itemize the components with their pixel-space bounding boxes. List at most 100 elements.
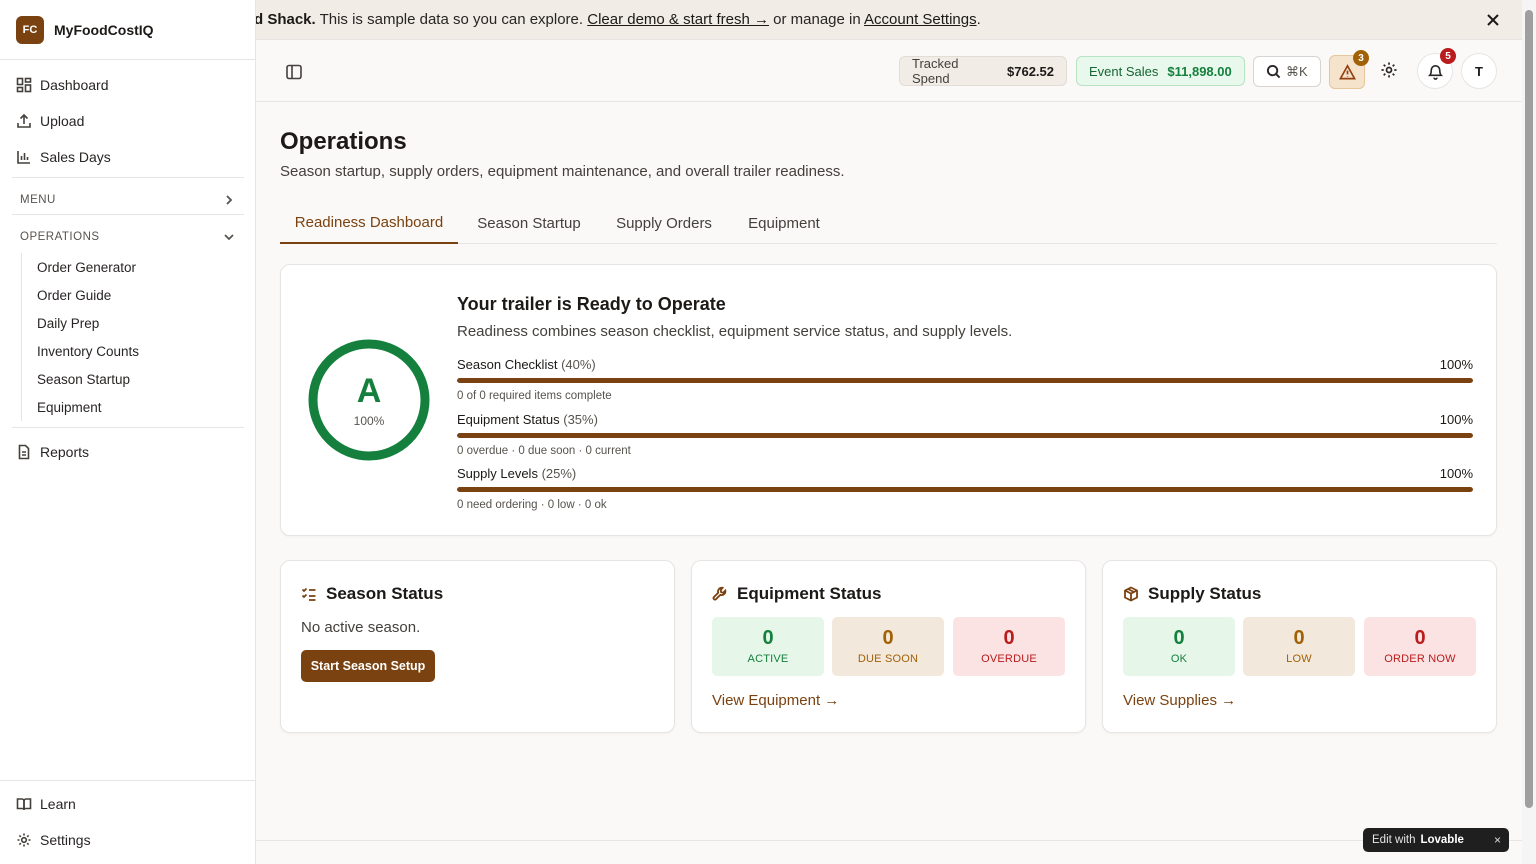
metric-label: Season Checklist: [457, 357, 558, 372]
sidebar-item-label: Sales Days: [40, 149, 111, 165]
top-header: Tracked Spend $762.52 Event Sales $11,89…: [256, 40, 1522, 102]
tab-season-startup[interactable]: Season Startup: [458, 202, 600, 244]
readiness-gauge: A 100%: [307, 338, 431, 462]
section-label: OPERATIONS: [20, 231, 100, 243]
readiness-grade: A: [356, 372, 382, 410]
tracked-spend-pill[interactable]: Tracked Spend $762.52: [899, 56, 1067, 86]
metric-label: Equipment Status: [457, 412, 560, 427]
sidebar-section-operations[interactable]: OPERATIONS: [12, 223, 244, 251]
readiness-title: Your trailer is Ready to Operate: [457, 294, 726, 314]
view-equipment-link[interactable]: View Equipment →: [712, 692, 839, 709]
sidebar-item-label: Upload: [40, 113, 85, 129]
metric-progress-fill: [457, 487, 1473, 492]
box-label: LOW: [1286, 653, 1312, 665]
view-supplies-link[interactable]: View Supplies →: [1123, 692, 1236, 709]
tab-supply-orders[interactable]: Supply Orders: [600, 202, 728, 244]
sidebar-section-menu[interactable]: MENU: [12, 186, 244, 214]
box-value: 0: [882, 627, 894, 649]
banner-text: d Shack. This is sample data so you can …: [256, 11, 981, 28]
sidebar-item-daily-prep[interactable]: Daily Prep: [22, 309, 243, 337]
box-value: 0: [762, 627, 774, 649]
brand-logo: FC: [16, 15, 44, 44]
no-season-text: No active season.: [301, 619, 421, 636]
brand-name: MyFoodCostIQ: [54, 21, 154, 38]
clear-demo-link[interactable]: Clear demo & start fresh →: [587, 11, 769, 28]
scrollbar[interactable]: [1522, 0, 1536, 864]
sidebar-item-label: Settings: [40, 832, 91, 848]
readiness-card: A 100% Your trailer is Ready to Operate …: [280, 264, 1497, 536]
sidebar-item-sales-days[interactable]: Sales Days: [16, 149, 111, 165]
tab-equipment[interactable]: Equipment: [728, 202, 840, 244]
lovable-badge[interactable]: Edit with Lovable ×: [1363, 828, 1509, 852]
metric-note: 0 of 0 required items complete: [457, 390, 612, 402]
operations-list: Order Generator Order Guide Daily Prep I…: [21, 253, 243, 421]
box-label: OK: [1170, 653, 1188, 665]
box-value: 0: [1293, 627, 1305, 649]
sidebar-item-order-guide[interactable]: Order Guide: [22, 281, 243, 309]
box-label: OVERDUE: [981, 653, 1037, 665]
metric-value: 100%: [1439, 412, 1473, 427]
readiness-score: 100%: [353, 414, 385, 428]
metric-weight: (35%): [563, 412, 598, 427]
metric-supply-levels: Supply Levels (25%) 100% 0 need ordering …: [457, 466, 1473, 511]
box-value: 0: [1003, 627, 1015, 649]
metric-weight: (25%): [541, 466, 577, 481]
brand[interactable]: FC MyFoodCostIQ: [0, 0, 255, 60]
close-icon: [1487, 14, 1499, 26]
event-sales-pill[interactable]: Event Sales $11,898.00: [1076, 56, 1245, 86]
metric-weight: (40%): [561, 357, 596, 372]
event-sales-value: $11,898.00: [1167, 63, 1232, 79]
footer-divider: [256, 840, 1522, 841]
sidebar-item-inventory-counts[interactable]: Inventory Counts: [22, 337, 243, 365]
tracked-spend-value: $762.52: [1007, 63, 1054, 79]
settings-button[interactable]: [1380, 61, 1400, 81]
sidebar-item-dashboard[interactable]: Dashboard: [16, 77, 109, 93]
metric-value: 100%: [1439, 466, 1473, 481]
checklist-icon: [301, 587, 316, 601]
sidebar-item-upload[interactable]: Upload: [16, 113, 84, 129]
lovable-close-button[interactable]: ×: [1494, 833, 1501, 847]
alerts-button[interactable]: 3: [1329, 50, 1369, 89]
tab-readiness-dashboard[interactable]: Readiness Dashboard: [280, 202, 458, 244]
banner-text-2: or manage in: [768, 11, 865, 28]
sidebar-divider: [12, 427, 244, 428]
sidebar-item-label: Reports: [40, 444, 90, 460]
metric-progress-fill: [457, 433, 1473, 438]
equipment-active-box: 0 ACTIVE: [712, 617, 824, 676]
banner-close-button[interactable]: [1484, 11, 1502, 29]
card-title: Season Status: [301, 584, 443, 604]
avatar[interactable]: T: [1461, 53, 1497, 89]
box-label: DUE SOON: [857, 653, 919, 665]
metric-season-checklist: Season Checklist (40%) 100% 0 of 0 requir…: [457, 357, 1473, 402]
sidebar-toggle-button[interactable]: [285, 63, 303, 81]
sidebar-item-season-startup[interactable]: Season Startup: [22, 365, 243, 393]
metric-progress-fill: [457, 378, 1473, 383]
box-label: ACTIVE: [747, 653, 789, 665]
search-button[interactable]: ⌘K: [1253, 56, 1321, 87]
gear-icon: [1381, 62, 1397, 78]
sidebar-item-equipment[interactable]: Equipment: [22, 393, 243, 421]
lovable-brand: Lovable: [1420, 834, 1464, 846]
box-value: 0: [1414, 627, 1426, 649]
account-settings-link[interactable]: Account Settings: [864, 11, 977, 28]
start-season-setup-button[interactable]: Start Season Setup: [301, 650, 435, 682]
supply-ok-box: 0 OK: [1123, 617, 1235, 676]
sidebar-item-order-generator[interactable]: Order Generator: [22, 253, 243, 281]
sidebar-item-reports[interactable]: Reports: [16, 444, 89, 460]
wrench-icon: [712, 586, 727, 601]
box-label: ORDER NOW: [1384, 653, 1456, 665]
warning-icon: [1338, 63, 1356, 79]
notifications-button[interactable]: 5: [1417, 48, 1456, 89]
supply-status-card: Supply Status 0 OK 0 LOW 0 ORDER NOW Vie…: [1102, 560, 1497, 733]
demo-banner: d Shack. This is sample data so you can …: [256, 0, 1522, 40]
package-icon: [1124, 586, 1138, 602]
event-sales-label: Event Sales: [1089, 63, 1159, 79]
section-label: MENU: [20, 194, 56, 206]
sidebar-item-learn[interactable]: Learn: [16, 796, 76, 812]
metric-progress-bar: [457, 378, 1473, 383]
gear-icon: [17, 833, 31, 847]
sidebar-item-settings[interactable]: Settings: [16, 832, 91, 848]
scrollbar-thumb[interactable]: [1525, 10, 1533, 808]
equipment-status-card: Equipment Status 0 ACTIVE 0 DUE SOON 0 O…: [691, 560, 1086, 733]
search-shortcut: ⌘K: [1286, 63, 1308, 79]
